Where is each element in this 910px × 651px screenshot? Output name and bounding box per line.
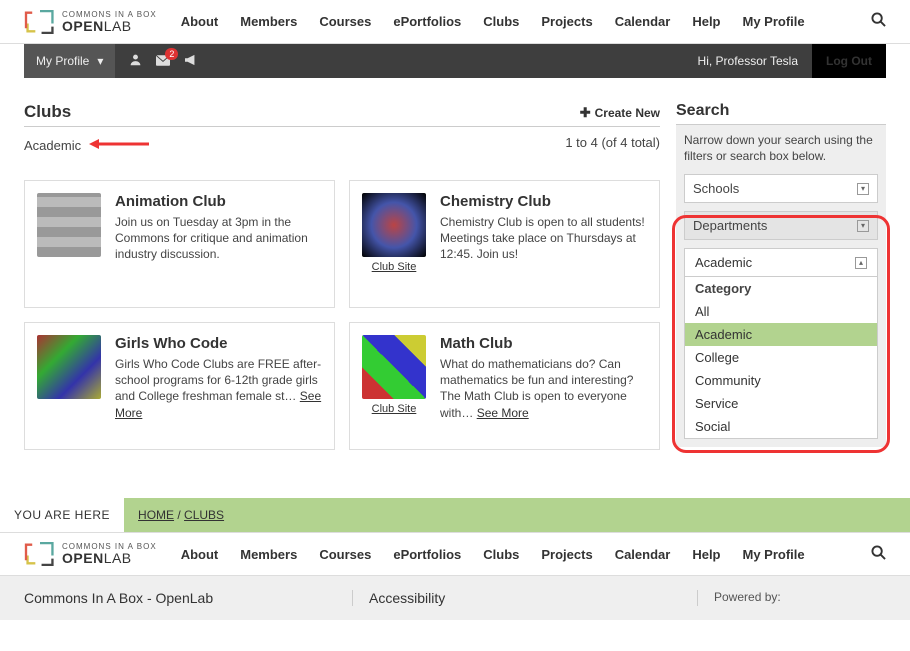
- my-profile-label: My Profile: [36, 54, 89, 68]
- logo-name: OPENLAB: [62, 19, 157, 33]
- nav-clubs[interactable]: Clubs: [483, 547, 519, 562]
- filter-help-text: Narrow down your search using the filter…: [684, 133, 878, 164]
- club-site-link[interactable]: Club Site: [372, 261, 417, 273]
- facet-category-open: Academic ▴ Category All Academic College…: [684, 248, 878, 439]
- dropdown-option-college[interactable]: College: [685, 346, 877, 369]
- club-title[interactable]: Math Club: [440, 335, 647, 352]
- chevron-down-icon: ▾: [857, 220, 869, 232]
- nav-projects[interactable]: Projects: [541, 14, 592, 29]
- nav-help[interactable]: Help: [692, 14, 720, 29]
- logout-button[interactable]: Log Out: [812, 44, 886, 78]
- logo-mark-icon: [24, 540, 56, 568]
- chevron-down-icon: ▾: [857, 183, 869, 195]
- nav-eportfolios[interactable]: ePortfolios: [393, 547, 461, 562]
- nav-my-profile[interactable]: My Profile: [743, 14, 805, 29]
- messages-icon[interactable]: 2: [156, 54, 170, 69]
- announce-icon[interactable]: [184, 54, 198, 69]
- results-count: 1 to 4 (of 4 total): [565, 135, 660, 156]
- facet-departments[interactable]: Departments ▾: [684, 211, 878, 240]
- chevron-up-icon: ▴: [855, 257, 867, 269]
- nav-calendar[interactable]: Calendar: [615, 14, 671, 29]
- create-new-button[interactable]: ✚ Create New: [580, 105, 660, 121]
- nav-about[interactable]: About: [181, 547, 219, 562]
- dropdown-option-community[interactable]: Community: [685, 369, 877, 392]
- nav-eportfolios[interactable]: ePortfolios: [393, 14, 461, 29]
- nav-members[interactable]: Members: [240, 547, 297, 562]
- dropdown-option-all[interactable]: All: [685, 300, 877, 323]
- search-icon[interactable]: [871, 12, 886, 31]
- breadcrumb-path: HOME / CLUBS: [124, 498, 238, 532]
- footer-nav: COMMONS IN A BOX OPENLAB About Members C…: [0, 532, 910, 576]
- see-more-link[interactable]: See More: [477, 406, 529, 420]
- breadcrumb: YOU ARE HERE HOME / CLUBS: [0, 498, 910, 532]
- plus-icon: ✚: [580, 105, 591, 121]
- filter-panel: Narrow down your search using the filter…: [676, 125, 886, 447]
- my-profile-dropdown[interactable]: My Profile ▾: [24, 44, 115, 78]
- page-title: Clubs: [24, 102, 71, 122]
- footer-title: Commons In A Box - OpenLab: [24, 590, 352, 606]
- footer-powered-by: Powered by:: [697, 590, 886, 606]
- club-desc: Girls Who Code Clubs are FREE after-scho…: [115, 356, 322, 421]
- club-desc: Chemistry Club is open to all students! …: [440, 214, 647, 263]
- club-card: Girls Who Code Girls Who Code Clubs are …: [24, 322, 335, 450]
- dropdown-header: Category: [685, 277, 877, 300]
- club-title[interactable]: Chemistry Club: [440, 193, 647, 210]
- dropdown-option-academic[interactable]: Academic: [685, 323, 877, 346]
- logo-mark-icon: [24, 8, 56, 36]
- nav-members[interactable]: Members: [240, 14, 297, 29]
- chevron-down-icon: ▾: [97, 54, 103, 68]
- site-logo-footer[interactable]: COMMONS IN A BOX OPENLAB: [24, 540, 157, 568]
- club-card: Club Site Chemistry Club Chemistry Club …: [349, 180, 660, 308]
- club-thumbnail[interactable]: [362, 193, 426, 257]
- active-filter-label: Academic: [24, 138, 81, 153]
- create-new-label: Create New: [595, 106, 660, 120]
- nav-help[interactable]: Help: [692, 547, 720, 562]
- nav-calendar[interactable]: Calendar: [615, 547, 671, 562]
- site-logo[interactable]: COMMONS IN A BOX OPENLAB: [24, 8, 157, 36]
- club-thumbnail[interactable]: [362, 335, 426, 399]
- club-desc: What do mathematicians do? Can mathemati…: [440, 356, 647, 421]
- club-thumbnail[interactable]: [37, 193, 101, 257]
- club-title[interactable]: Girls Who Code: [115, 335, 322, 352]
- footer-strip: Commons In A Box - OpenLab Accessibility…: [0, 576, 910, 620]
- nav-my-profile[interactable]: My Profile: [743, 547, 805, 562]
- nav-clubs[interactable]: Clubs: [483, 14, 519, 29]
- friends-icon[interactable]: [129, 53, 142, 69]
- search-icon[interactable]: [871, 545, 886, 564]
- facet-category-head[interactable]: Academic ▴: [685, 249, 877, 277]
- notification-badge: 2: [165, 48, 178, 60]
- dropdown-option-social[interactable]: Social: [685, 415, 877, 438]
- breadcrumb-home-link[interactable]: HOME: [138, 508, 174, 522]
- club-desc: Join us on Tuesday at 3pm in the Commons…: [115, 214, 322, 263]
- breadcrumb-label: YOU ARE HERE: [0, 498, 124, 532]
- nav-about[interactable]: About: [181, 14, 219, 29]
- top-nav: COMMONS IN A BOX OPENLAB About Members C…: [0, 0, 910, 44]
- nav-projects[interactable]: Projects: [541, 547, 592, 562]
- footer-accessibility[interactable]: Accessibility: [352, 590, 697, 606]
- nav-courses[interactable]: Courses: [319, 14, 371, 29]
- nav-courses[interactable]: Courses: [319, 547, 371, 562]
- facet-schools[interactable]: Schools ▾: [684, 174, 878, 203]
- facet-selected-value: Academic: [695, 255, 752, 270]
- greeting-text: Hi, Professor Tesla: [698, 54, 812, 68]
- user-bar: My Profile ▾ 2 Hi, Professor Tesla Log O…: [24, 44, 886, 78]
- dropdown-option-service[interactable]: Service: [685, 392, 877, 415]
- facet-label: Departments: [693, 218, 767, 233]
- club-thumbnail[interactable]: [37, 335, 101, 399]
- club-site-link[interactable]: Club Site: [372, 403, 417, 415]
- footer-main-nav: About Members Courses ePortfolios Clubs …: [181, 547, 805, 562]
- club-title[interactable]: Animation Club: [115, 193, 322, 210]
- club-card: Animation Club Join us on Tuesday at 3pm…: [24, 180, 335, 308]
- facet-label: Schools: [693, 181, 739, 196]
- club-card: Club Site Math Club What do mathematicia…: [349, 322, 660, 450]
- breadcrumb-current-link[interactable]: CLUBS: [184, 508, 224, 522]
- search-heading: Search: [676, 102, 886, 125]
- main-nav: About Members Courses ePortfolios Clubs …: [181, 14, 805, 29]
- arrow-annotation-icon: [89, 135, 149, 156]
